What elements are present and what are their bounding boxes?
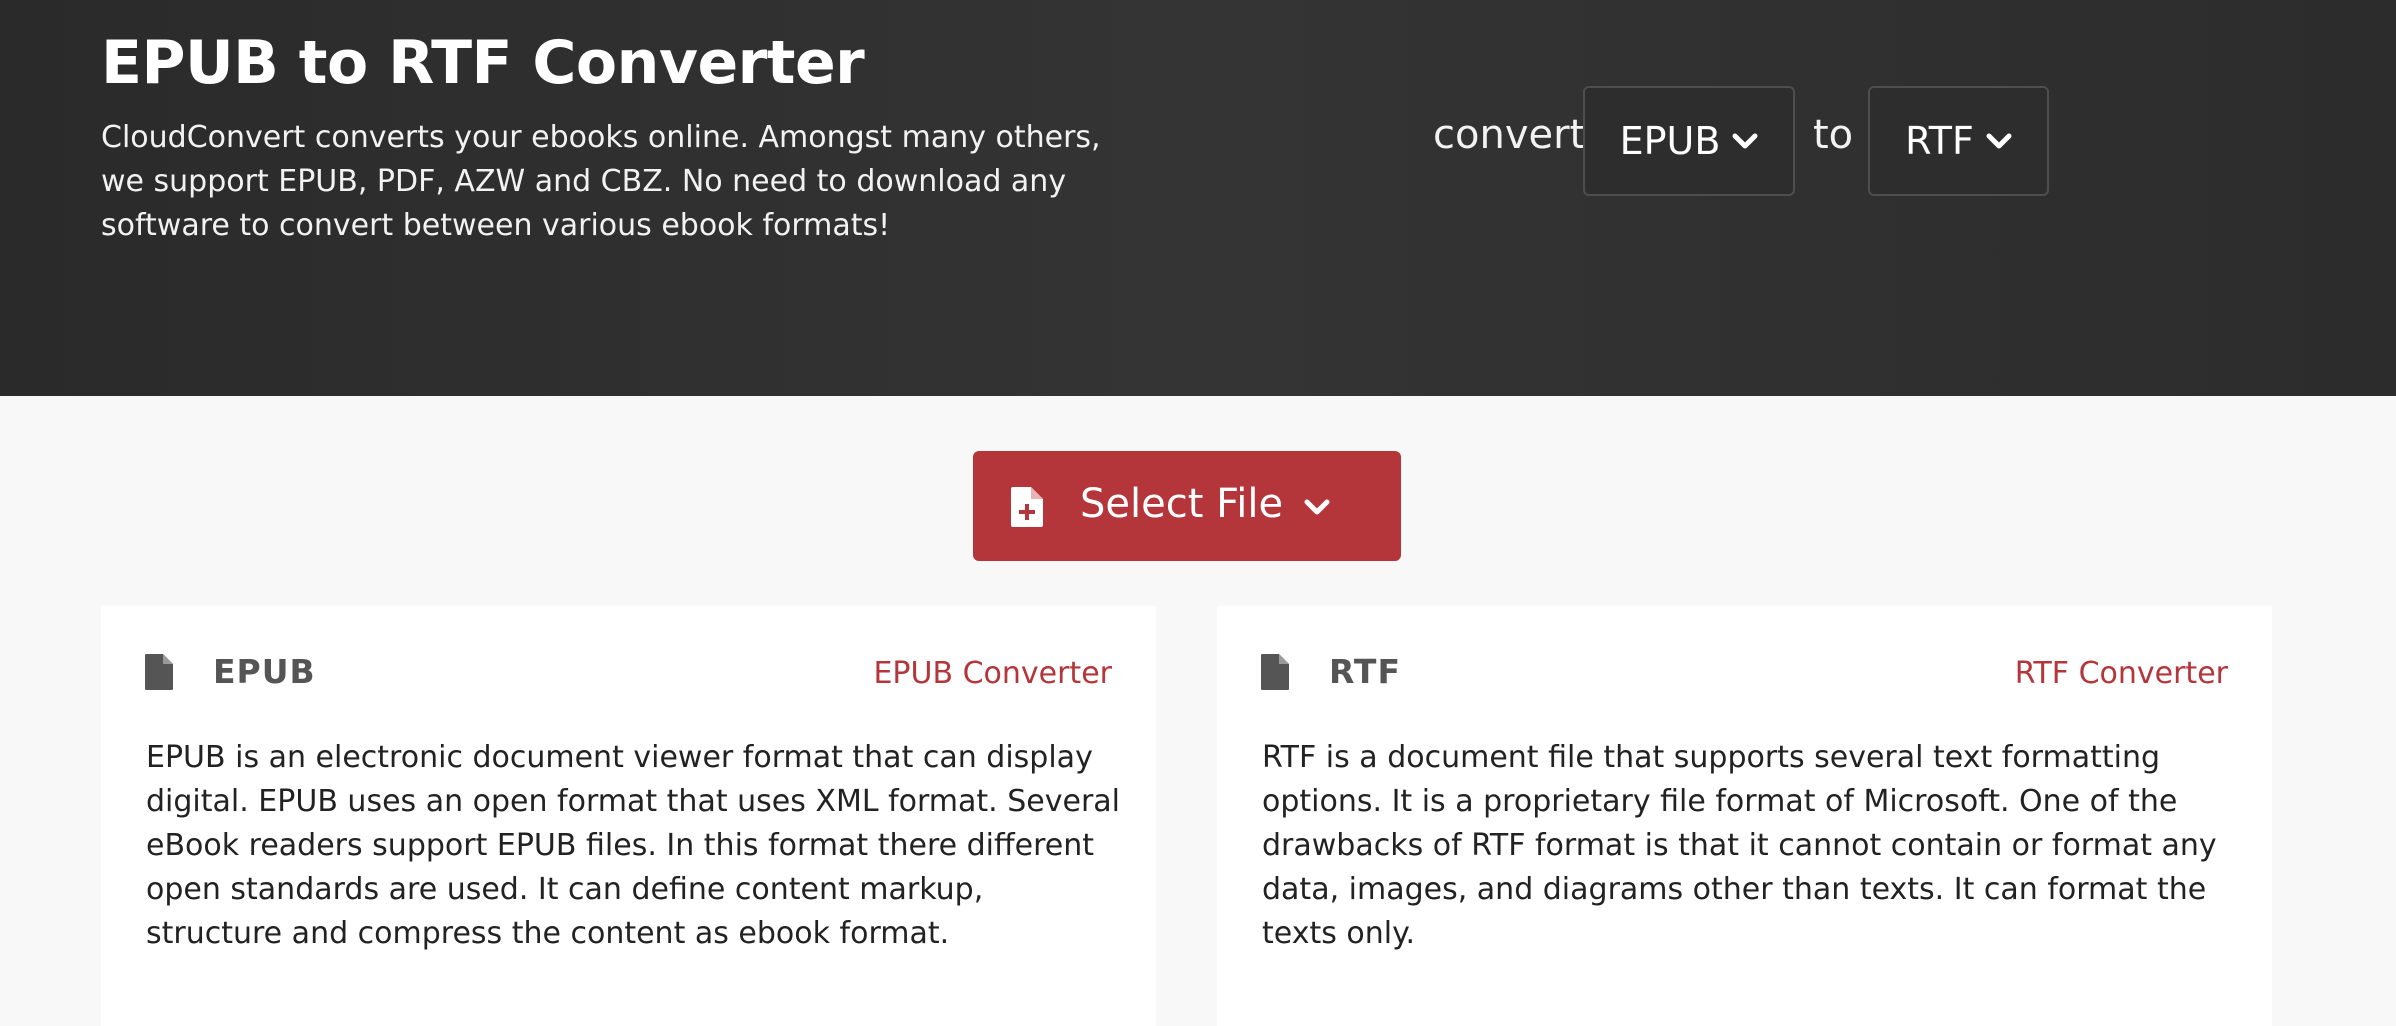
epub-converter-link[interactable]: EPUB Converter	[873, 656, 1112, 691]
select-file-label: Select File	[1080, 481, 1284, 527]
to-format-dropdown[interactable]: RTF	[1868, 86, 2049, 196]
from-format-value: EPUB	[1619, 119, 1721, 163]
rtf-info-card: RTF RTF Converter RTF is a document file…	[1217, 606, 2272, 1026]
to-format-value: RTF	[1905, 119, 1974, 163]
chevron-down-icon[interactable]	[1303, 497, 1331, 517]
to-label: to	[1813, 112, 1854, 158]
card-title: RTF	[1329, 652, 1401, 691]
card-description: EPUB is an electronic document viewer fo…	[146, 740, 1121, 951]
rtf-converter-link[interactable]: RTF Converter	[2015, 656, 2228, 691]
card-description: RTF is a document file that supports sev…	[1262, 740, 2217, 951]
file-icon	[145, 654, 173, 690]
epub-info-card: EPUB EPUB Converter EPUB is an electroni…	[101, 606, 1156, 1026]
from-format-dropdown[interactable]: EPUB	[1583, 86, 1795, 196]
chevron-down-icon	[1986, 133, 2012, 149]
chevron-down-icon	[1732, 133, 1758, 149]
select-file-button[interactable]: Select File	[973, 451, 1401, 561]
card-title: EPUB	[213, 652, 316, 691]
file-icon	[1261, 654, 1289, 690]
hero-description: CloudConvert converts your ebooks online…	[101, 120, 1101, 243]
page-title: EPUB to RTF Converter	[101, 28, 865, 98]
file-plus-icon	[1011, 487, 1043, 527]
hero-header: EPUB to RTF Converter CloudConvert conve…	[0, 0, 2396, 396]
convert-label: convert	[1433, 112, 1586, 158]
